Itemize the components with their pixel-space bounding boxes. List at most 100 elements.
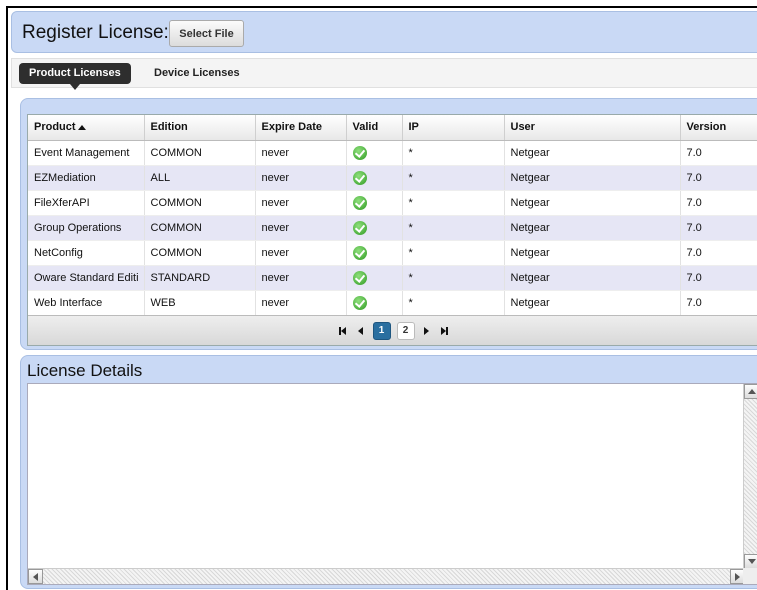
- cell-user: Netgear: [504, 265, 681, 291]
- cell-product: Web Interface: [28, 290, 145, 316]
- cell-expire: never: [255, 215, 347, 241]
- horizontal-scrollbar[interactable]: [28, 568, 745, 584]
- table-row[interactable]: NetConfig COMMON never * Netgear 7.0: [28, 240, 757, 266]
- next-page-button[interactable]: [421, 324, 433, 338]
- check-icon: [352, 245, 367, 260]
- cell-valid: [346, 290, 403, 316]
- product-licenses-panel: Product Edition Expire Date Valid IP Use…: [20, 98, 757, 350]
- app-frame: Register License: Select File Product Li…: [6, 6, 757, 590]
- select-file-button[interactable]: Select File: [169, 20, 244, 47]
- table-row[interactable]: Group Operations COMMON never * Netgear …: [28, 215, 757, 241]
- cell-product: FileXferAPI: [28, 190, 145, 216]
- column-header-expire-date[interactable]: Expire Date: [255, 115, 347, 141]
- check-icon: [352, 270, 367, 285]
- cell-expire: never: [255, 265, 347, 291]
- arrow-left-icon: [33, 572, 38, 581]
- cell-version: 7.0: [680, 140, 757, 166]
- column-header-product[interactable]: Product: [28, 115, 145, 141]
- cell-edition: ALL: [144, 165, 256, 191]
- register-license-title: Register License:: [22, 22, 169, 43]
- previous-page-button[interactable]: [355, 324, 367, 338]
- cell-valid: [346, 190, 403, 216]
- column-header-valid[interactable]: Valid: [346, 115, 403, 141]
- first-page-arrow-icon: [341, 326, 346, 335]
- register-license-bar: Register License: Select File: [11, 11, 757, 53]
- arrow-up-icon: [747, 389, 756, 394]
- cell-valid: [346, 215, 403, 241]
- tab-strip: Product Licenses Device Licenses: [11, 58, 757, 90]
- cell-version: 7.0: [680, 190, 757, 216]
- sort-ascending-icon: [77, 124, 86, 130]
- cell-product: NetConfig: [28, 240, 145, 266]
- vertical-scrollbar[interactable]: [743, 384, 757, 570]
- check-icon: [352, 145, 367, 160]
- cell-expire: never: [255, 165, 347, 191]
- scrollbar-corner: [743, 568, 757, 584]
- next-page-icon: [424, 326, 429, 335]
- cell-user: Netgear: [504, 240, 681, 266]
- cell-edition: COMMON: [144, 240, 256, 266]
- cell-ip: *: [402, 240, 505, 266]
- cell-product: Oware Standard Editi: [28, 265, 145, 291]
- cell-expire: never: [255, 140, 347, 166]
- table-row[interactable]: Event Management COMMON never * Netgear …: [28, 140, 757, 166]
- pagination-bar: 1 2: [28, 315, 757, 345]
- cell-edition: COMMON: [144, 215, 256, 241]
- check-icon: [352, 295, 367, 310]
- licenses-table: Product Edition Expire Date Valid IP Use…: [28, 115, 757, 316]
- table-row[interactable]: Oware Standard Editi STANDARD never * Ne…: [28, 265, 757, 291]
- column-header-user[interactable]: User: [504, 115, 681, 141]
- scroll-down-button[interactable]: [744, 554, 757, 569]
- column-header-ip[interactable]: IP: [402, 115, 505, 141]
- cell-expire: never: [255, 290, 347, 316]
- cell-version: 7.0: [680, 165, 757, 191]
- cell-ip: *: [402, 190, 505, 216]
- column-header-version[interactable]: Version: [680, 115, 757, 141]
- page-1-button[interactable]: 1: [372, 321, 391, 340]
- cell-version: 7.0: [680, 265, 757, 291]
- cell-user: Netgear: [504, 215, 681, 241]
- first-page-button[interactable]: [337, 324, 349, 338]
- cell-expire: never: [255, 190, 347, 216]
- scroll-up-button[interactable]: [744, 384, 757, 399]
- cell-valid: [346, 165, 403, 191]
- check-icon: [352, 220, 367, 235]
- cell-ip: *: [402, 215, 505, 241]
- cell-edition: WEB: [144, 290, 256, 316]
- cell-edition: STANDARD: [144, 265, 256, 291]
- check-icon: [352, 170, 367, 185]
- cell-user: Netgear: [504, 190, 681, 216]
- license-details-panel: License Details: [20, 355, 757, 589]
- cell-edition: COMMON: [144, 140, 256, 166]
- arrow-down-icon: [747, 559, 756, 564]
- cell-ip: *: [402, 290, 505, 316]
- scroll-left-button[interactable]: [28, 569, 43, 584]
- cell-version: 7.0: [680, 215, 757, 241]
- table-row[interactable]: Web Interface WEB never * Netgear 7.0: [28, 290, 757, 316]
- arrow-right-icon: [735, 572, 740, 581]
- cell-valid: [346, 140, 403, 166]
- tab-product-licenses[interactable]: Product Licenses: [19, 63, 131, 90]
- last-page-button[interactable]: [439, 324, 451, 338]
- column-header-edition[interactable]: Edition: [144, 115, 256, 141]
- cell-product: Event Management: [28, 140, 145, 166]
- table-row[interactable]: FileXferAPI COMMON never * Netgear 7.0: [28, 190, 757, 216]
- table-row[interactable]: EZMediation ALL never * Netgear 7.0: [28, 165, 757, 191]
- last-page-icon: [446, 326, 448, 335]
- check-icon: [352, 195, 367, 210]
- cell-valid: [346, 265, 403, 291]
- cell-ip: *: [402, 165, 505, 191]
- cell-product: Group Operations: [28, 215, 145, 241]
- licenses-grid: Product Edition Expire Date Valid IP Use…: [27, 114, 757, 346]
- cell-version: 7.0: [680, 240, 757, 266]
- cell-version: 7.0: [680, 290, 757, 316]
- cell-ip: *: [402, 140, 505, 166]
- license-details-title: License Details: [27, 361, 143, 380]
- license-details-textarea[interactable]: [27, 383, 757, 585]
- cell-user: Netgear: [504, 165, 681, 191]
- page-2-button[interactable]: 2: [396, 321, 415, 340]
- cell-user: Netgear: [504, 140, 681, 166]
- tab-device-licenses[interactable]: Device Licenses: [144, 63, 250, 84]
- cell-ip: *: [402, 265, 505, 291]
- previous-page-icon: [358, 326, 363, 335]
